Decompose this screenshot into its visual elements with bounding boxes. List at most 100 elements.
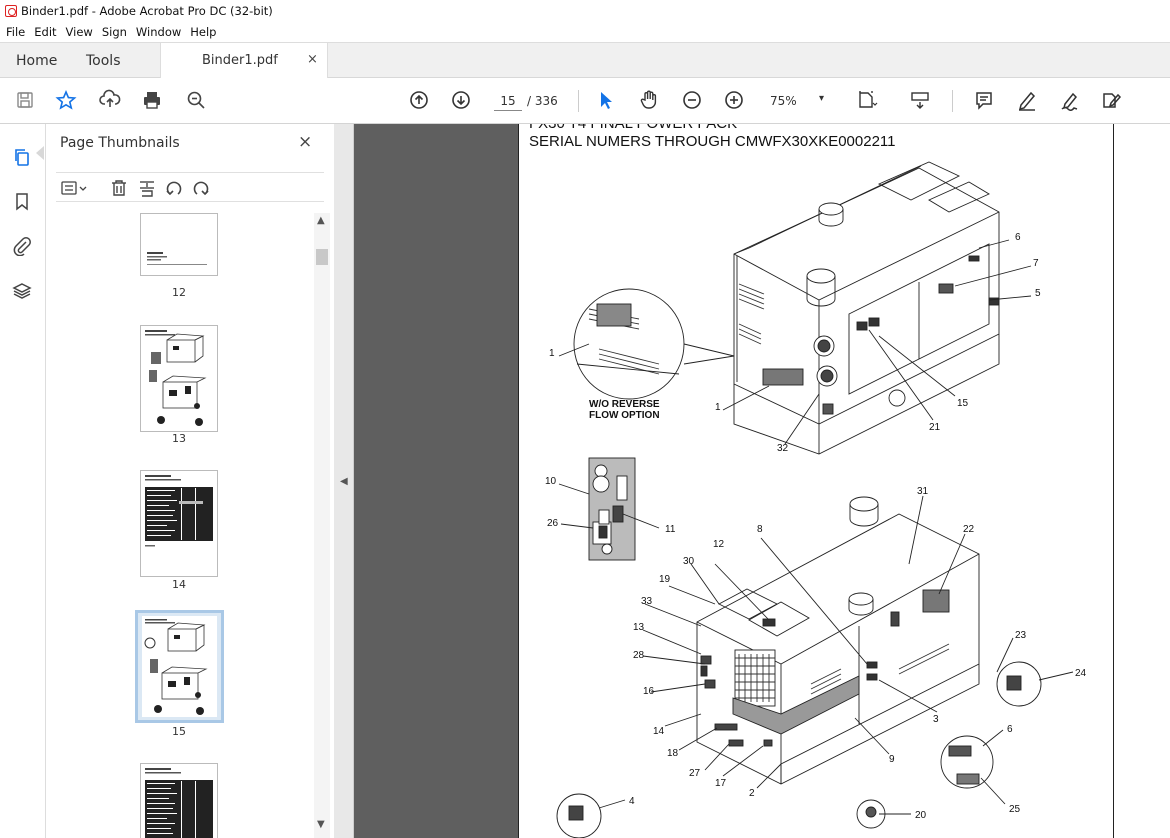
menu-help[interactable]: Help <box>190 25 216 39</box>
menu-file[interactable]: File <box>6 25 25 39</box>
callout-22: 22 <box>963 524 975 535</box>
toolbar: / 336 75% ▾ <box>0 78 1170 124</box>
tab-tools[interactable]: Tools <box>86 43 121 78</box>
callout-30: 30 <box>683 556 695 567</box>
page-thumbnail[interactable] <box>140 325 218 432</box>
close-panel-icon[interactable]: × <box>298 132 312 152</box>
callout-19: 19 <box>659 574 671 585</box>
menu-edit[interactable]: Edit <box>34 25 56 39</box>
inset-label-line-2: FLOW OPTION <box>589 410 660 421</box>
rotate-left-icon[interactable] <box>163 177 185 199</box>
document-right-margin <box>1114 124 1170 838</box>
document-tab[interactable]: Binder1.pdf × <box>160 43 328 79</box>
acrobat-icon <box>5 5 17 17</box>
callout-6: 6 <box>1015 232 1021 243</box>
callout-6: 6 <box>1007 724 1013 735</box>
page-thumbnail-selected[interactable] <box>135 610 224 723</box>
page-fit-icon[interactable] <box>855 88 879 112</box>
select-cursor-icon[interactable] <box>594 88 618 112</box>
callout-7: 7 <box>1033 258 1039 269</box>
callout-5: 5 <box>1035 288 1041 299</box>
menu-window[interactable]: Window <box>136 25 181 39</box>
page-number-input[interactable] <box>494 91 522 111</box>
hand-tool-icon[interactable] <box>637 88 661 112</box>
collapse-panel-icon[interactable]: ◀ <box>340 476 348 487</box>
fill-sign-icon[interactable] <box>1099 88 1123 112</box>
callout-31: 31 <box>917 486 929 497</box>
left-rail <box>0 124 46 838</box>
callout-10: 10 <box>545 476 557 487</box>
callout-1: 1 <box>715 402 721 413</box>
callout-21: 21 <box>929 422 941 433</box>
page-thumbnail[interactable] <box>140 763 218 838</box>
callout-16: 16 <box>643 686 655 697</box>
print-icon[interactable] <box>140 88 164 112</box>
callout-8: 8 <box>757 524 763 535</box>
page-thumbnail[interactable] <box>140 213 218 276</box>
close-tab-icon[interactable]: × <box>307 52 318 67</box>
callout-3: 3 <box>933 714 939 725</box>
callout-27: 27 <box>689 768 701 779</box>
scroll-up-chevron-icon[interactable]: ▲ <box>317 215 325 226</box>
sign-icon[interactable] <box>1058 88 1082 112</box>
zoom-dropdown-chevron-icon[interactable]: ▾ <box>819 93 824 104</box>
callout-9: 9 <box>889 754 895 765</box>
title-bar: Binder1.pdf - Adobe Acrobat Pro DC (32-b… <box>0 0 1170 22</box>
previous-page-icon[interactable] <box>407 88 431 112</box>
thumbnail-options-icon[interactable] <box>58 177 92 199</box>
scroll-mode-icon[interactable] <box>908 88 932 112</box>
callout-18: 18 <box>667 748 679 759</box>
callout-17: 17 <box>715 778 727 789</box>
page-thumbnails-panel: Page Thumbnails × 12 13 14 15 ▲ ▼ <box>46 124 334 838</box>
comment-icon[interactable] <box>972 88 996 112</box>
thumbnail-page-number: 13 <box>172 432 186 445</box>
upload-cloud-icon[interactable] <box>98 88 122 112</box>
callout-33: 33 <box>641 596 653 607</box>
callout-12: 12 <box>713 539 725 550</box>
rotate-right-icon[interactable] <box>190 177 212 199</box>
zoom-level[interactable]: 75% <box>770 94 797 108</box>
thumbnail-scrollbar[interactable]: ▲ ▼ <box>314 213 330 838</box>
next-page-icon[interactable] <box>449 88 473 112</box>
callout-15: 15 <box>957 398 969 409</box>
inset-label-line-1: W/O REVERSE <box>589 399 660 410</box>
panel-title: Page Thumbnails <box>60 135 180 151</box>
thumbnail-tools <box>56 172 324 202</box>
callout-23: 23 <box>1015 630 1027 641</box>
tab-home[interactable]: Home <box>16 43 57 78</box>
zoom-out-icon[interactable] <box>680 88 704 112</box>
toolbar-divider <box>578 90 579 112</box>
layers-icon[interactable] <box>9 278 35 304</box>
pdf-page[interactable]: FX30 T4 FINAL POWER PACK SERIAL NUMERS T… <box>518 124 1114 838</box>
zoom-in-icon[interactable] <box>722 88 746 112</box>
callout-32: 32 <box>777 443 789 454</box>
callout-2: 2 <box>749 788 755 799</box>
save-icon[interactable] <box>13 88 37 112</box>
highlight-pen-icon[interactable] <box>1015 88 1039 112</box>
document-tab-label: Binder1.pdf <box>202 53 278 68</box>
menu-sign[interactable]: Sign <box>102 25 127 39</box>
thumbnail-list[interactable]: 12 13 14 15 <box>46 213 314 838</box>
panel-collapse-strip[interactable]: ◀ <box>334 124 354 838</box>
callout-25: 25 <box>1009 804 1021 815</box>
callout-24: 24 <box>1075 668 1087 679</box>
parts-diagram: 6 7 5 1 1 15 21 32 10 26 11 31 8 22 12 3… <box>545 161 1087 838</box>
callout-11: 11 <box>665 524 676 535</box>
callout-13: 13 <box>633 622 645 633</box>
delete-page-icon[interactable] <box>108 177 130 199</box>
bookmark-star-icon[interactable] <box>54 88 78 112</box>
insert-page-icon[interactable] <box>136 177 158 199</box>
scrollbar-thumb[interactable] <box>316 249 328 265</box>
menu-view[interactable]: View <box>66 25 93 39</box>
callout-20: 20 <box>915 810 927 821</box>
page-thumbnails-icon[interactable] <box>9 144 35 170</box>
window-title: Binder1.pdf - Adobe Acrobat Pro DC (32-b… <box>21 4 273 18</box>
scroll-down-chevron-icon[interactable]: ▼ <box>317 819 325 830</box>
zoom-search-icon[interactable] <box>184 88 208 112</box>
toolbar-divider <box>952 90 953 112</box>
bookmarks-icon[interactable] <box>9 188 35 214</box>
tab-row: Home Tools Binder1.pdf × <box>0 42 1170 79</box>
page-thumbnail[interactable] <box>140 470 218 577</box>
attachments-icon[interactable] <box>9 233 35 259</box>
thumbnail-page-number: 15 <box>172 725 186 738</box>
